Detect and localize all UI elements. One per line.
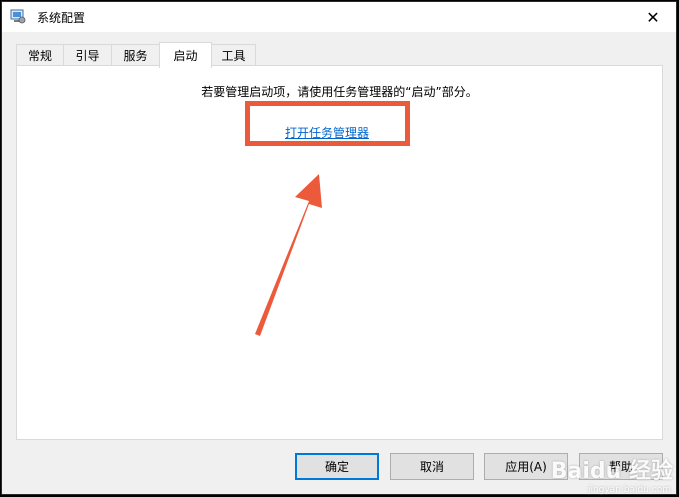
cancel-button[interactable]: 取消 [390, 453, 474, 480]
baidu-watermark: Baidu 经验 [550, 459, 673, 484]
annotation-arrow [255, 174, 322, 336]
msconfig-icon [10, 9, 26, 24]
startup-message: 若要管理启动项，请使用任务管理器的“启动”部分。 [201, 85, 478, 99]
tab-boot[interactable]: 引导 [63, 44, 112, 66]
tab-startup[interactable]: 启动 [159, 42, 212, 68]
tab-tools[interactable]: 工具 [211, 44, 256, 66]
tab-services[interactable]: 服务 [111, 44, 160, 66]
ok-button[interactable]: 确定 [295, 453, 379, 480]
open-task-manager-link[interactable]: 打开任务管理器 [285, 124, 369, 141]
close-icon[interactable]: ✕ [630, 2, 676, 32]
title-bar: 系统配置 ✕ [2, 2, 676, 32]
baidu-watermark-url: jingyan.baidu.com [587, 485, 671, 495]
startup-panel: 若要管理启动项，请使用任务管理器的“启动”部分。 打开任务管理器 [16, 65, 663, 440]
msconfig-window: 系统配置 ✕ 常规 引导 服务 启动 工具 若要管理启动项，请使用任务管理器的“… [1, 1, 677, 495]
tab-general[interactable]: 常规 [16, 44, 64, 66]
window-title: 系统配置 [37, 11, 86, 25]
